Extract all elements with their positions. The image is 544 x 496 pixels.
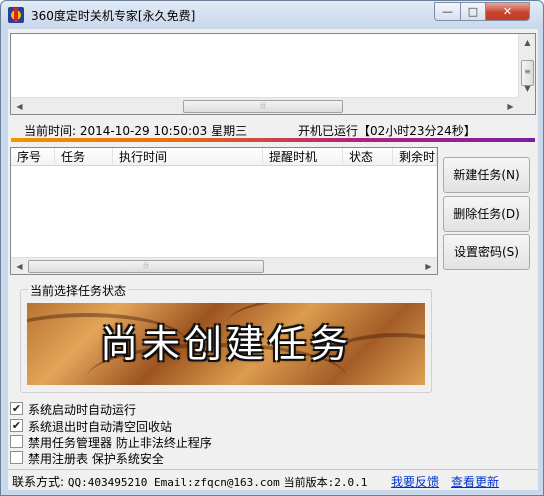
autostart-checkbox[interactable]: ✔ xyxy=(10,402,23,415)
column-header-index[interactable]: 序号 xyxy=(11,148,55,166)
status-row: 当前时间: 2014-10-29 10:50:03 星期三 开机已运行【02小时… xyxy=(8,121,538,139)
footer-info: 联系方式: QQ:403495210 Email:zfqcn@163.com 当… xyxy=(12,473,367,490)
log-vertical-scrollbar[interactable]: ▲ ≡ ▼ xyxy=(518,34,535,114)
option-label: 系统退出时自动清空回收站 xyxy=(28,420,173,434)
task-list-horizontal-scrollbar[interactable]: ◀ ⦙⦙⦙ ▶ xyxy=(11,257,437,274)
column-header-status[interactable]: 状态 xyxy=(343,148,393,166)
empty-recycle-bin-checkbox[interactable]: ✔ xyxy=(10,419,23,432)
title-bar[interactable]: 360度定时关机专家[永久免费] — □ ✕ xyxy=(1,1,543,29)
check-update-link[interactable]: 查看更新 xyxy=(451,473,499,490)
disable-registry-checkbox[interactable] xyxy=(10,451,23,464)
maximize-button[interactable]: □ xyxy=(460,2,486,21)
scroll-up-arrow-icon[interactable]: ▲ xyxy=(519,34,536,51)
current-task-group-label: 当前选择任务状态 xyxy=(28,282,129,299)
task-status-text: 尚未创建任务 xyxy=(99,322,352,366)
client-area: ▲ ≡ ▼ ◀ ⦙⦙⦙ ▶ 当前时间: 2014-10-29 10:50:03 … xyxy=(8,29,538,490)
delete-task-button[interactable]: 删除任务(D) xyxy=(443,196,530,232)
column-header-exec-time[interactable]: 执行时间 xyxy=(113,148,263,166)
window-title: 360度定时关机专家[永久免费] xyxy=(31,9,196,23)
feedback-link[interactable]: 我要反馈 xyxy=(391,473,439,490)
minimize-button[interactable]: — xyxy=(434,2,461,21)
task-list[interactable]: 序号 任务 执行时间 提醒时机 状态 剩余时间 ◀ ⦙⦙⦙ ▶ xyxy=(10,147,438,275)
log-textarea[interactable]: ▲ ≡ ▼ ◀ ⦙⦙⦙ ▶ xyxy=(10,33,536,115)
current-task-group: 当前选择任务状态 尚未创建任务 xyxy=(20,282,432,393)
disable-task-manager-checkbox[interactable] xyxy=(10,435,23,448)
column-header-task[interactable]: 任务 xyxy=(55,148,113,166)
app-window: 360度定时关机专家[永久免费] — □ ✕ ▲ ≡ ▼ ◀ ⦙⦙⦙ ▶ 当前时… xyxy=(0,0,544,496)
column-header-remind[interactable]: 提醒时机 xyxy=(263,148,343,166)
option-label: 禁用任务管理器 防止非法终止程序 xyxy=(28,436,212,450)
task-list-header: 序号 任务 执行时间 提醒时机 状态 剩余时间 xyxy=(11,148,437,166)
new-task-button[interactable]: 新建任务(N) xyxy=(443,157,530,193)
option-label: 禁用注册表 保护系统安全 xyxy=(28,452,164,466)
log-horizontal-scrollbar[interactable]: ◀ ⦙⦙⦙ ▶ xyxy=(11,97,519,114)
column-header-remaining[interactable]: 剩余时间 xyxy=(393,148,437,166)
uptime-label: 开机已运行【02小时23分24秒】 xyxy=(298,124,476,138)
log-horizontal-scroll-thumb[interactable]: ⦙⦙⦙ xyxy=(183,100,343,113)
decorative-gradient-bar xyxy=(11,138,535,142)
option-label: 系统启动时自动运行 xyxy=(28,403,137,417)
contact-value: QQ:403495210 Email:zfqcn@163.com xyxy=(67,476,280,489)
scroll-down-arrow-icon[interactable]: ▼ xyxy=(519,80,536,97)
app-logo-icon xyxy=(8,7,24,23)
footer-divider xyxy=(8,469,538,470)
close-button[interactable]: ✕ xyxy=(485,2,530,21)
set-password-button[interactable]: 设置密码(S) xyxy=(443,234,530,270)
scroll-left-arrow-icon[interactable]: ◀ xyxy=(11,258,28,275)
current-time-label: 当前时间: 2014-10-29 10:50:03 星期三 xyxy=(24,124,248,138)
scroll-left-arrow-icon[interactable]: ◀ xyxy=(11,98,28,115)
scroll-right-arrow-icon[interactable]: ▶ xyxy=(502,98,519,115)
scroll-right-arrow-icon[interactable]: ▶ xyxy=(420,258,437,275)
task-list-scroll-thumb[interactable]: ⦙⦙⦙ xyxy=(28,260,264,273)
contact-label: 联系方式: xyxy=(12,475,65,489)
task-status-banner: 尚未创建任务 xyxy=(27,303,425,385)
version-label: 当前版本:2.0.1 xyxy=(283,476,368,489)
